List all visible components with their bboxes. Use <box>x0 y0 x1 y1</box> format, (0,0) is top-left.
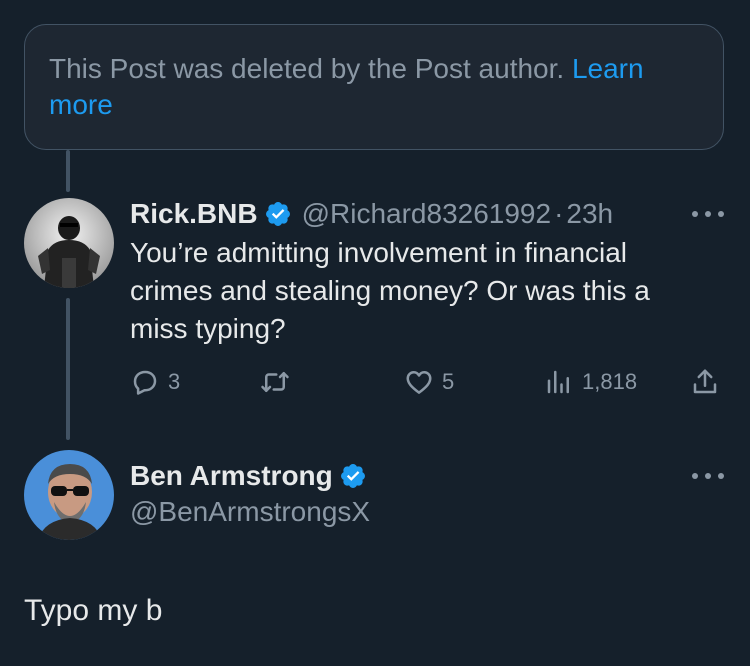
thread-line-bottom <box>66 298 70 440</box>
verified-badge-icon <box>264 200 292 228</box>
share-icon <box>693 369 717 394</box>
share-button[interactable] <box>690 362 720 402</box>
main-post-text: Typo my b <box>24 594 163 627</box>
separator: · <box>554 198 564 229</box>
more-dots-icon[interactable] <box>692 208 724 220</box>
more-dots-icon[interactable] <box>692 470 724 482</box>
deleted-post-notice: This Post was deleted by the Post author… <box>24 24 724 150</box>
views-bar-chart-icon <box>547 370 569 394</box>
display-name[interactable]: Rick.BNB <box>130 198 258 230</box>
repost-button[interactable] <box>260 362 290 402</box>
views-button[interactable]: 1,818 <box>544 362 637 402</box>
verified-badge-icon <box>339 462 367 490</box>
like-count: 5 <box>442 369 455 394</box>
timestamp[interactable]: 23h <box>566 198 613 230</box>
handle[interactable]: @Richard83261992 <box>302 198 551 230</box>
like-button[interactable]: 5 <box>404 362 454 402</box>
deleted-notice-text: This Post was deleted by the Post author… <box>49 53 565 84</box>
avatar[interactable] <box>24 198 114 288</box>
reply-text: You’re admitting involvement in financia… <box>130 237 650 344</box>
repost-icon <box>261 372 289 392</box>
reply-icon <box>133 370 157 395</box>
thread-line-top <box>66 150 70 192</box>
handle[interactable]: @BenArmstrongsX <box>130 496 370 528</box>
reply-count: 3 <box>168 369 181 394</box>
reply-actions: 3 5 1,818 <box>130 362 724 402</box>
reply-header: Rick.BNB @Richard83261992 · 23h <box>130 196 613 232</box>
display-name[interactable]: Ben Armstrong <box>130 460 333 492</box>
view-count: 1,818 <box>582 369 638 394</box>
avatar[interactable] <box>24 450 114 540</box>
heart-icon <box>406 371 432 394</box>
main-header: Ben Armstrong <box>130 458 367 494</box>
reply-button[interactable]: 3 <box>130 362 180 402</box>
